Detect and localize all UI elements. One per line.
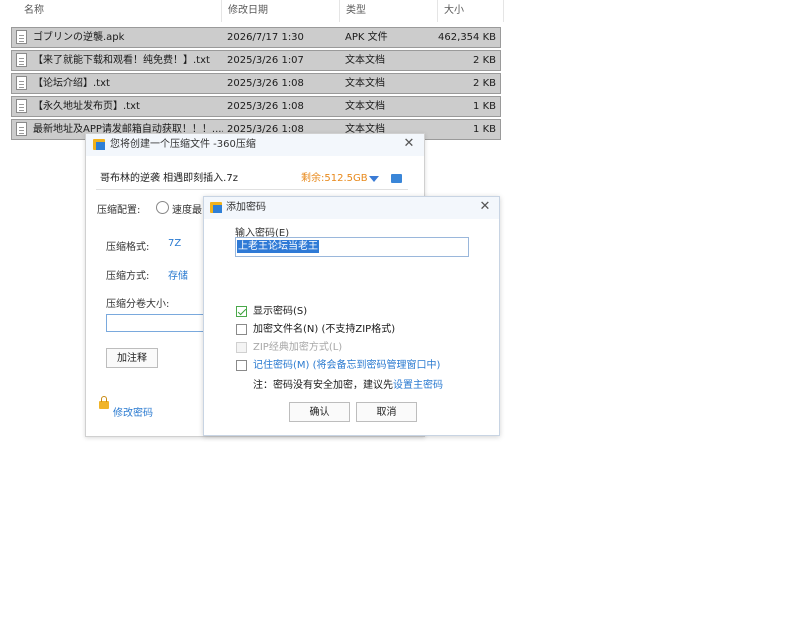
format-label: 压缩格式: [106, 242, 150, 253]
encrypt-filenames-label: 加密文件名(N) (不支持ZIP格式) [253, 324, 396, 335]
add-password-dialog: 添加密码 ✕ 输入密码(E) 上老王论坛当老王 显示密码(S) 加密文件名(N)… [203, 196, 500, 436]
remember-password-label[interactable]: 记住密码(M) (将会备忘到密码管理窗口中) [253, 359, 440, 372]
volume-size-label: 压缩分卷大小: [106, 299, 170, 310]
file-icon [16, 30, 27, 44]
file-name: ゴブリンの逆襲.apk [33, 32, 125, 43]
close-icon[interactable]: ✕ [401, 136, 417, 152]
password-value: 上老王论坛当老王 [237, 240, 319, 253]
file-type: APK 文件 [345, 32, 388, 43]
folder-icon[interactable] [391, 174, 402, 183]
confirm-button[interactable]: 确认 [289, 402, 350, 422]
free-space-label: 剩余:512.5GB [301, 173, 368, 184]
file-date: 2025/3/26 1:07 [227, 55, 304, 66]
show-password-label: 显示密码(S) [253, 306, 308, 317]
encrypt-filenames-checkbox[interactable] [236, 324, 247, 335]
file-row[interactable]: 【来了就能下载和观看！纯免费！】.txt 2025/3/26 1:07 文本文档… [11, 50, 501, 71]
file-date: 2025/3/26 1:08 [227, 78, 304, 89]
config-label: 压缩配置: [97, 205, 141, 216]
file-size: 1 KB [473, 124, 496, 135]
compress-dialog-title: 您将创建一个压缩文件 -360压缩 [110, 139, 256, 150]
remember-password-checkbox[interactable] [236, 360, 247, 371]
compress-dialog-titlebar[interactable]: 您将创建一个压缩文件 -360压缩 ✕ [86, 134, 424, 156]
column-size[interactable]: 大小 [438, 0, 504, 22]
file-row[interactable]: 【论坛介绍】.txt 2025/3/26 1:08 文本文档 2 KB [11, 73, 501, 94]
text-file-icon [16, 53, 27, 67]
password-input[interactable]: 上老王论坛当老王 [235, 237, 469, 257]
file-date: 2025/3/26 1:08 [227, 101, 304, 112]
speed-radio[interactable] [156, 201, 169, 214]
file-name: 【来了就能下载和观看！纯免费！】.txt [33, 55, 210, 66]
column-name[interactable]: 名称 [18, 0, 222, 22]
set-master-password-link[interactable]: 设置主密码 [393, 380, 443, 391]
change-password-link[interactable]: 修改密码 [113, 404, 153, 419]
close-icon[interactable]: ✕ [477, 199, 493, 215]
password-dialog-titlebar[interactable]: 添加密码 ✕ [204, 197, 499, 219]
archive-name: 哥布林的逆袭 相遇即刻插入.7z [100, 173, 238, 184]
file-type: 文本文档 [345, 78, 385, 89]
zip-classic-checkbox [236, 342, 247, 353]
cancel-button[interactable]: 取消 [356, 402, 417, 422]
method-value[interactable]: 存储 [168, 267, 188, 282]
file-name: 【论坛介绍】.txt [33, 78, 110, 89]
file-size: 2 KB [473, 55, 496, 66]
show-password-checkbox[interactable] [236, 306, 247, 317]
text-file-icon [16, 122, 27, 136]
lock-icon [99, 396, 109, 409]
volume-size-input[interactable] [106, 314, 208, 332]
method-label: 压缩方式: [106, 271, 150, 282]
file-name: 【永久地址发布页】.txt [33, 101, 140, 112]
file-size: 462,354 KB [438, 32, 496, 43]
add-comment-button[interactable]: 加注释 [106, 348, 158, 368]
file-list: ^ 名称 修改日期 类型 大小 ゴブリンの逆襲.apk 2026/7/17 1:… [0, 0, 510, 140]
file-row[interactable]: ゴブリンの逆襲.apk 2026/7/17 1:30 APK 文件 462,35… [11, 27, 501, 48]
file-row[interactable]: 【永久地址发布页】.txt 2025/3/26 1:08 文本文档 1 KB [11, 96, 501, 117]
file-date: 2026/7/17 1:30 [227, 32, 304, 43]
security-note-text: 注：密码没有安全加密，建议先 [253, 380, 393, 391]
text-file-icon [16, 99, 27, 113]
speed-option-label: 速度最 [172, 205, 202, 216]
zip-classic-label: ZIP经典加密方式(L) [253, 342, 343, 353]
file-size: 1 KB [473, 101, 496, 112]
archive-path-field[interactable]: 哥布林的逆袭 相遇即刻插入.7z 剩余:512.5GB [96, 169, 408, 190]
security-note: 注：密码没有安全加密，建议先设置主密码 [253, 379, 443, 392]
file-type: 文本文档 [345, 55, 385, 66]
app-360-icon [93, 139, 105, 150]
column-header: ^ 名称 修改日期 类型 大小 [0, 0, 505, 22]
app-360-icon [210, 202, 222, 213]
chevron-down-icon[interactable] [369, 176, 379, 182]
file-type: 文本文档 [345, 101, 385, 112]
column-type[interactable]: 类型 [340, 0, 438, 22]
column-date[interactable]: 修改日期 [222, 0, 340, 22]
password-dialog-title: 添加密码 [226, 202, 266, 213]
file-size: 2 KB [473, 78, 496, 89]
text-file-icon [16, 76, 27, 90]
format-value[interactable]: 7Z [168, 238, 181, 249]
